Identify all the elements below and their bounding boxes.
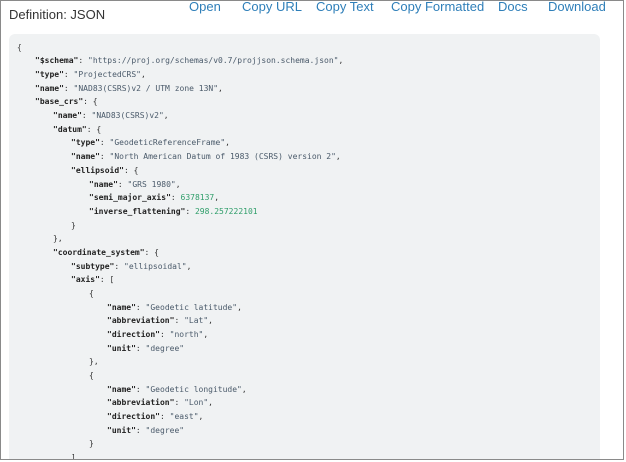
- json-code-block[interactable]: { "$schema": "https://proj.org/schemas/v…: [9, 34, 600, 460]
- code-line: "unit": "degree": [107, 426, 185, 435]
- code-line: "abbreviation": "Lon",: [107, 398, 213, 407]
- code-line: "name": "NAD83(CSRS)v2 / UTM zone 13N",: [35, 84, 223, 93]
- download-link[interactable]: Download: [548, 1, 606, 14]
- code-line: }: [71, 221, 76, 230]
- code-line: },: [89, 357, 99, 366]
- copy-formatted-link[interactable]: Copy Formatted: [391, 1, 484, 14]
- copy-url-link[interactable]: Copy URL: [242, 1, 302, 14]
- open-link[interactable]: Open: [189, 1, 221, 14]
- docs-link[interactable]: Docs: [498, 1, 528, 14]
- copy-text-link[interactable]: Copy Text: [316, 1, 374, 14]
- code-line: }: [89, 439, 94, 448]
- code-line: "semi_major_axis": 6378137,: [89, 193, 220, 202]
- code-line: "unit": "degree": [107, 344, 185, 353]
- code-line: "direction": "north",: [107, 330, 209, 339]
- code-line: "name": "North American Datum of 1983 (C…: [71, 152, 341, 161]
- code-line: {: [89, 289, 94, 298]
- code-line: "$schema": "https://proj.org/schemas/v0.…: [35, 56, 344, 65]
- code-line: "datum": {: [53, 125, 102, 134]
- code-line: "direction": "east",: [107, 412, 204, 421]
- code-line: "type": "GeodeticReferenceFrame",: [71, 138, 230, 147]
- code-line: {: [17, 43, 22, 52]
- code-line: "inverse_flattening": 298.257222101: [89, 207, 258, 216]
- code-line: },: [53, 234, 63, 243]
- code-line: "name": "NAD83(CSRS)v2",: [53, 111, 169, 120]
- code-line: "name": "GRS 1980",: [89, 180, 181, 189]
- toolbar: Open Copy URL Copy Text Copy Formatted D…: [1, 1, 623, 15]
- code-line: {: [89, 371, 94, 380]
- window-frame: Definition: JSON Open Copy URL Copy Text…: [0, 0, 624, 460]
- code-line: "axis": [: [71, 275, 115, 284]
- code-line: "subtype": "ellipsoidal",: [71, 262, 192, 271]
- code-line: "name": "Geodetic longitude",: [107, 385, 247, 394]
- code-line: ]: [71, 453, 76, 460]
- code-line: "coordinate_system": {: [53, 248, 159, 257]
- code-line: "name": "Geodetic latitude",: [107, 303, 242, 312]
- code-line: "abbreviation": "Lat",: [107, 316, 213, 325]
- code-line: "base_crs": {: [35, 97, 98, 106]
- code-line: "ellipsoid": {: [71, 166, 139, 175]
- code-line: "type": "ProjectedCRS",: [35, 70, 146, 79]
